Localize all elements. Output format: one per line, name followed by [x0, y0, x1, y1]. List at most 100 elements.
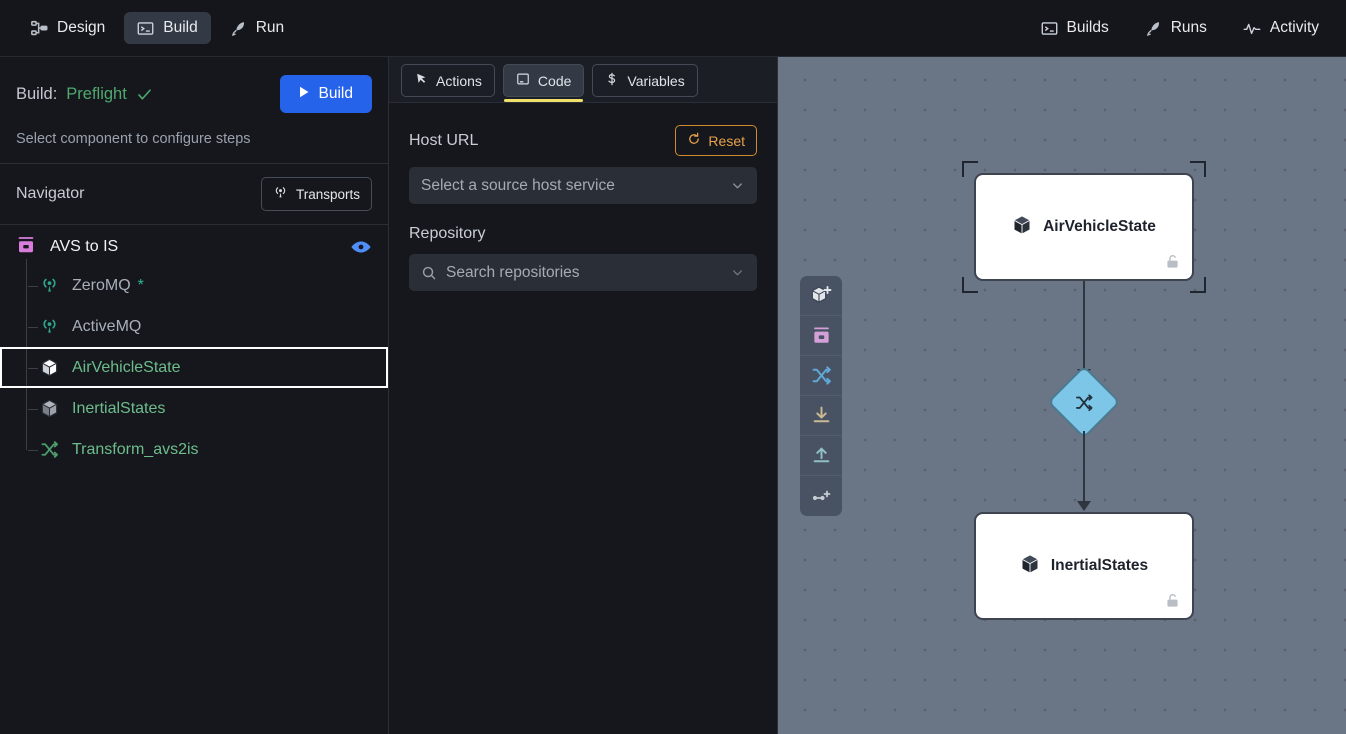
reset-button-label: Reset — [708, 132, 745, 149]
tree-item-label: ZeroMQ — [72, 276, 131, 294]
host-url-header: Host URL Reset — [409, 125, 757, 156]
repository-label: Repository — [409, 225, 486, 242]
tree-item-inertialstates[interactable]: InertialStates — [0, 388, 388, 429]
chevron-down-icon — [730, 178, 745, 193]
host-url-select-value: Select a source host service — [421, 176, 615, 194]
rocket-icon — [230, 20, 247, 37]
tab-label: Variables — [627, 72, 685, 89]
selection-corner-bl — [962, 277, 978, 293]
connect-nodes-icon[interactable] — [800, 476, 842, 516]
sitemap-icon — [31, 20, 48, 37]
window-icon — [516, 72, 530, 89]
edge-airvehiclestate-to-transform — [1083, 281, 1085, 373]
tab-code[interactable]: Code — [502, 64, 585, 102]
cube-icon — [38, 399, 60, 418]
build-hint-text: Select component to configure steps — [16, 131, 251, 147]
edge-arrowhead — [1077, 501, 1091, 511]
download-icon[interactable] — [800, 396, 842, 436]
build-button[interactable]: Build — [279, 75, 372, 113]
repository-search-input[interactable]: Search repositories — [409, 254, 757, 291]
node-label: AirVehicleState — [1043, 218, 1156, 235]
center-panel: Actions Code Variables Host URL Reset Se… — [389, 57, 778, 734]
nav-item-label: Runs — [1170, 19, 1207, 36]
broadcast-icon — [38, 317, 60, 336]
build-status-value: Preflight — [66, 84, 127, 103]
center-tab-bar: Actions Code Variables — [389, 57, 777, 103]
nav-item-label: Builds — [1066, 19, 1109, 36]
reset-icon — [687, 132, 701, 149]
navigator-tree: AVS to IS ZeroMQ * ActiveMQ AirVehicleSt… — [0, 225, 388, 734]
build-label: Build: — [16, 84, 58, 103]
nav-item-runs[interactable]: Runs — [1132, 12, 1220, 44]
tree-children: ZeroMQ * ActiveMQ AirVehicleState Inerti… — [0, 259, 388, 470]
rocket-icon — [1145, 20, 1162, 37]
navigator-title: Navigator — [16, 185, 85, 202]
modified-badge: * — [137, 276, 144, 294]
nav-item-activity[interactable]: Activity — [1230, 12, 1332, 44]
cube-icon — [38, 358, 60, 377]
canvas-node-airvehiclestate[interactable]: AirVehicleState — [962, 161, 1206, 293]
shuffle-icon — [38, 440, 60, 459]
transports-button-label: Transports — [295, 186, 360, 202]
build-section: Build: Preflight Build Select component … — [0, 57, 388, 164]
tab-label: Code — [537, 72, 572, 89]
canvas-node-transform[interactable] — [1047, 365, 1121, 439]
field-spacer — [409, 204, 757, 225]
broadcast-icon — [273, 185, 288, 203]
repository-placeholder: Search repositories — [446, 263, 580, 281]
nav-item-build[interactable]: Build — [124, 12, 211, 44]
left-panel: Build: Preflight Build Select component … — [0, 57, 389, 734]
upload-icon[interactable] — [800, 436, 842, 476]
node-label: InertialStates — [1050, 557, 1149, 574]
chevron-down-icon — [730, 265, 745, 280]
tree-root-avs-to-is[interactable]: AVS to IS — [0, 229, 388, 265]
host-url-label: Host URL — [409, 131, 479, 149]
shuffle-icon[interactable] — [800, 356, 842, 396]
nav-item-label: Activity — [1269, 19, 1319, 36]
flow-canvas[interactable]: AirVehicleState InertialStates — [778, 57, 1346, 734]
search-icon — [421, 265, 437, 281]
play-icon — [299, 85, 310, 103]
eye-icon[interactable] — [350, 239, 372, 255]
canvas-toolbar — [800, 276, 842, 516]
build-button-label: Build — [318, 85, 353, 102]
top-nav-left-group: Design Build Run — [18, 12, 297, 44]
unlock-icon[interactable] — [1164, 253, 1181, 270]
node-content: AirVehicleState — [1012, 215, 1156, 240]
build-status-row: Build: Preflight Build — [16, 75, 372, 113]
code-tab-form: Host URL Reset Select a source host serv… — [389, 103, 777, 291]
app-root: Design Build Run Builds Runs Activity Bu… — [0, 0, 1346, 734]
tree-item-label: Transform_avs2is — [72, 440, 199, 458]
nav-item-design[interactable]: Design — [18, 12, 118, 44]
tree-item-label: AirVehicleState — [72, 358, 181, 376]
tree-item-zeromq[interactable]: ZeroMQ * — [0, 265, 388, 306]
reset-button[interactable]: Reset — [675, 125, 757, 156]
unlock-icon[interactable] — [1164, 592, 1181, 609]
terminal-icon — [137, 20, 154, 37]
navigator-header: Navigator Transports — [0, 164, 388, 225]
selection-corner-tr — [1190, 161, 1206, 177]
tab-variables[interactable]: Variables — [592, 64, 698, 97]
terminal-icon — [1041, 20, 1058, 37]
tab-actions[interactable]: Actions — [401, 64, 495, 97]
add-component-icon[interactable] — [800, 276, 842, 316]
top-navigation-bar: Design Build Run Builds Runs Activity — [0, 0, 1346, 57]
nav-item-run[interactable]: Run — [217, 12, 297, 44]
tree-item-activemq[interactable]: ActiveMQ — [0, 306, 388, 347]
tree-item-transform-avs2is[interactable]: Transform_avs2is — [0, 429, 388, 470]
nav-item-label: Run — [255, 19, 285, 36]
tree-item-airvehiclestate[interactable]: AirVehicleState — [0, 347, 388, 388]
node-content: InertialStates — [1020, 554, 1148, 579]
broadcast-icon — [38, 276, 60, 295]
tree-root-label: AVS to IS — [50, 238, 119, 255]
cursor-arrow-icon — [414, 72, 428, 89]
repository-header: Repository — [409, 225, 757, 243]
shuffle-icon — [1075, 393, 1094, 412]
host-url-select[interactable]: Select a source host service — [409, 167, 757, 204]
archive-icon[interactable] — [800, 316, 842, 356]
main-body: Build: Preflight Build Select component … — [0, 57, 1346, 734]
canvas-node-inertialstates[interactable]: InertialStates — [974, 512, 1194, 620]
nav-item-builds[interactable]: Builds — [1028, 12, 1122, 44]
dollar-icon — [605, 72, 619, 89]
transports-button[interactable]: Transports — [260, 177, 372, 211]
